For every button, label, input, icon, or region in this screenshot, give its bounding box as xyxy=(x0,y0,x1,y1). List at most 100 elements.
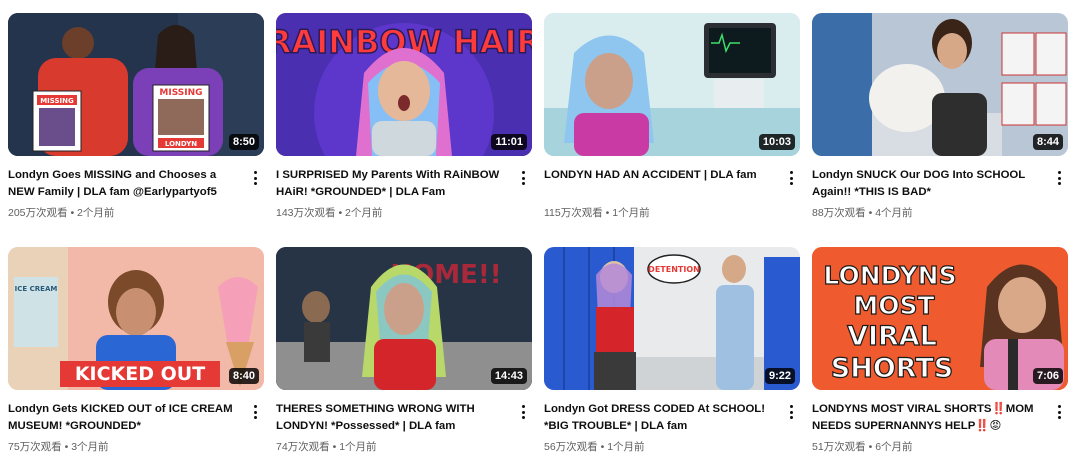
thumbnail-image xyxy=(812,13,1068,156)
menu-dot xyxy=(521,171,525,174)
more-vertical-icon[interactable] xyxy=(784,169,798,187)
menu-dot xyxy=(521,182,525,185)
video-card[interactable]: RAINBOW HAIR 11:01 I SURPRISED My Parent… xyxy=(276,13,532,233)
duration-badge: 8:44 xyxy=(1032,134,1063,150)
more-vertical-icon[interactable] xyxy=(248,403,262,421)
video-meta: 51万次观看 • 6个月前 xyxy=(812,439,913,454)
menu-dot xyxy=(253,405,257,408)
view-count: 56万次观看 xyxy=(544,441,598,453)
menu-dot xyxy=(253,176,257,180)
video-title[interactable]: I SURPRISED My Parents With RAiNBOW HAiR… xyxy=(276,167,508,201)
video-title[interactable]: LONDYNS MOST VIRAL SHORTS‼️MOM NEEDS SUP… xyxy=(812,401,1044,435)
video-card[interactable]: HOME!! 14:43 THERES SOMETHING WRONG WITH… xyxy=(276,247,532,467)
menu-dot xyxy=(789,176,793,180)
video-title[interactable]: Londyn Gets KICKED OUT of ICE CREAM MUSE… xyxy=(8,401,240,435)
view-count: 205万次观看 xyxy=(8,207,68,219)
video-meta: 143万次观看 • 2个月前 xyxy=(276,205,382,220)
duration-badge: 14:43 xyxy=(490,368,527,384)
video-meta: 56万次观看 • 1个月前 xyxy=(544,439,645,454)
menu-dot xyxy=(789,182,793,185)
menu-dot xyxy=(1057,176,1061,180)
video-thumbnail[interactable]: MISSING MISSING LONDYN 8:50 xyxy=(8,13,264,156)
more-vertical-icon[interactable] xyxy=(1052,403,1066,421)
upload-age: 6个月前 xyxy=(875,441,913,453)
upload-age: 3个月前 xyxy=(71,441,109,453)
view-count: 115万次观看 xyxy=(544,207,603,219)
video-card[interactable]: 8:44 Londyn SNUCK Our DOG Into SCHOOL Ag… xyxy=(812,13,1068,233)
video-title[interactable]: Londyn SNUCK Our DOG Into SCHOOL Again!!… xyxy=(812,167,1044,201)
video-meta: 74万次观看 • 1个月前 xyxy=(276,439,377,454)
menu-dot xyxy=(253,182,257,185)
thumb-londyn-text: LONDYN xyxy=(165,140,197,148)
video-thumbnail[interactable]: LONDYNS MOST VIRAL SHORTS 7:06 xyxy=(812,247,1068,390)
upload-age: 1个月前 xyxy=(339,441,377,453)
menu-dot xyxy=(521,176,525,180)
thumb-ice-cream-text: ICE CREAM xyxy=(15,285,58,293)
menu-dot xyxy=(521,405,525,408)
video-grid: MISSING MISSING LONDYN 8:50 Londyn Goes … xyxy=(0,0,1080,462)
video-title[interactable]: Londyn Got DRESS CODED At SCHOOL! *BIG T… xyxy=(544,401,776,435)
upload-age: 2个月前 xyxy=(77,207,115,219)
view-count: 74万次观看 xyxy=(276,441,330,453)
video-thumbnail[interactable]: 10:03 xyxy=(544,13,800,156)
menu-dot xyxy=(521,410,525,414)
view-count: 51万次观看 xyxy=(812,441,866,453)
upload-age: 1个月前 xyxy=(607,441,645,453)
menu-dot xyxy=(253,171,257,174)
menu-dot xyxy=(1057,416,1061,419)
thumb-kicked-out-text: KICKED OUT xyxy=(75,363,205,385)
video-thumbnail[interactable]: 8:44 xyxy=(812,13,1068,156)
video-card[interactable]: MISSING MISSING LONDYN 8:50 Londyn Goes … xyxy=(8,13,264,233)
upload-age: 1个月前 xyxy=(612,207,650,219)
more-vertical-icon[interactable] xyxy=(784,403,798,421)
thumbnail-image: MISSING MISSING LONDYN xyxy=(8,13,264,156)
thumb-detention-text: DETENTION xyxy=(648,265,700,274)
video-meta: 75万次观看 • 3个月前 xyxy=(8,439,109,454)
thumb-shorts-text: SHORTS xyxy=(831,353,953,384)
duration-badge: 8:40 xyxy=(228,368,259,384)
thumbnail-image: DETENTION xyxy=(544,247,800,390)
video-card[interactable]: ICE CREAM KICKED OUT 8:40 Londyn Gets KI… xyxy=(8,247,264,467)
video-meta: 88万次观看 • 4个月前 xyxy=(812,205,913,220)
menu-dot xyxy=(789,171,793,174)
duration-badge: 7:06 xyxy=(1032,368,1063,384)
duration-badge: 9:22 xyxy=(764,368,795,384)
thumb-londyns-text: LONDYNS xyxy=(823,261,956,290)
more-vertical-icon[interactable] xyxy=(516,169,530,187)
menu-dot xyxy=(789,410,793,414)
upload-age: 4个月前 xyxy=(875,207,913,219)
menu-dot xyxy=(253,410,257,414)
more-vertical-icon[interactable] xyxy=(516,403,530,421)
video-meta: 115万次观看 • 1个月前 xyxy=(544,205,650,220)
duration-badge: 8:50 xyxy=(228,134,259,150)
menu-dot xyxy=(789,405,793,408)
thumb-missing-text-1: MISSING xyxy=(40,97,74,105)
menu-dot xyxy=(1057,182,1061,185)
menu-dot xyxy=(1057,410,1061,414)
thumb-missing-text-2: MISSING xyxy=(159,88,202,98)
more-vertical-icon[interactable] xyxy=(1052,169,1066,187)
video-card[interactable]: DETENTION 9:22 Londyn Got DRESS CODED At… xyxy=(544,247,800,467)
menu-dot xyxy=(1057,171,1061,174)
video-card[interactable]: LONDYNS MOST VIRAL SHORTS 7:06 LONDYNS M… xyxy=(812,247,1068,467)
video-title[interactable]: THERES SOMETHING WRONG WITH LONDYN! *Pos… xyxy=(276,401,508,435)
video-title[interactable]: Londyn Goes MISSING and Chooses a NEW Fa… xyxy=(8,167,240,201)
menu-dot xyxy=(253,416,257,419)
menu-dot xyxy=(1057,405,1061,408)
upload-age: 2个月前 xyxy=(345,207,383,219)
thumbnail-image: LONDYNS MOST VIRAL SHORTS xyxy=(812,247,1068,390)
thumb-most-text: MOST xyxy=(853,291,934,320)
thumbnail-image: ICE CREAM KICKED OUT xyxy=(8,247,264,390)
video-thumbnail[interactable]: RAINBOW HAIR 11:01 xyxy=(276,13,532,156)
video-meta: 205万次观看 • 2个月前 xyxy=(8,205,114,220)
duration-badge: 11:01 xyxy=(491,134,527,150)
video-title[interactable]: LONDYN HAD AN ACCIDENT | DLA fam xyxy=(544,167,776,184)
video-thumbnail[interactable]: HOME!! 14:43 xyxy=(276,247,532,390)
video-thumbnail[interactable]: DETENTION 9:22 xyxy=(544,247,800,390)
thumb-viral-text: VIRAL xyxy=(847,321,937,352)
menu-dot xyxy=(789,416,793,419)
video-thumbnail[interactable]: ICE CREAM KICKED OUT 8:40 xyxy=(8,247,264,390)
video-card[interactable]: 10:03 LONDYN HAD AN ACCIDENT | DLA fam 1… xyxy=(544,13,800,233)
menu-dot xyxy=(521,416,525,419)
more-vertical-icon[interactable] xyxy=(248,169,262,187)
